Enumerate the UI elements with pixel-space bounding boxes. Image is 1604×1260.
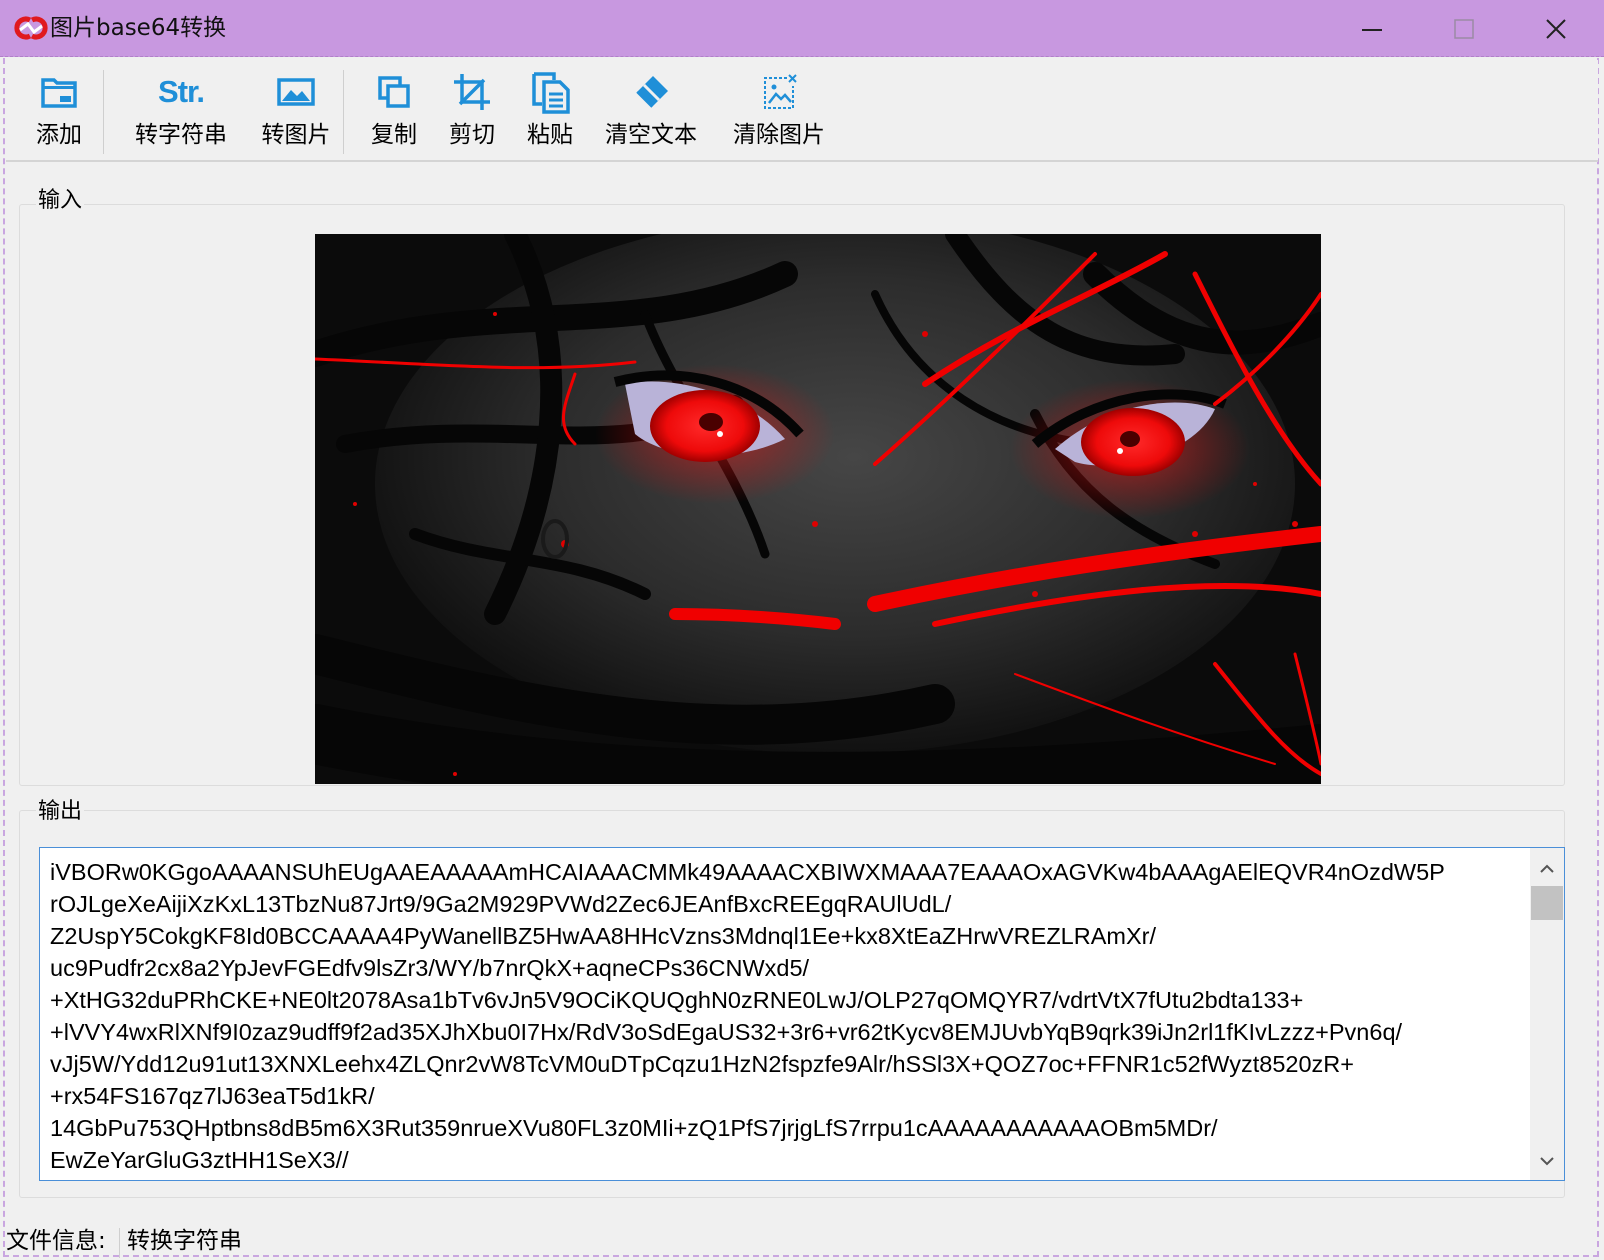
output-line: +XtHG32duPRhCKE+NE0lt2078Asa1bTv6vJn5V9O… — [50, 987, 1304, 1013]
input-group-title: 输入 — [36, 186, 85, 216]
maximize-icon — [1454, 18, 1474, 39]
scroll-down-button[interactable] — [1530, 1146, 1564, 1176]
status-separator — [119, 1228, 120, 1258]
output-group-title: 输出 — [36, 797, 85, 827]
chevron-down-icon — [1540, 1157, 1554, 1166]
chevron-up-icon — [1540, 864, 1554, 873]
window-title: 图片base64转换 — [50, 15, 227, 41]
add-button[interactable]: 添加 — [24, 60, 94, 160]
toolbar-separator — [103, 70, 104, 154]
to-string-button[interactable]: Str. 转字符串 — [116, 60, 246, 160]
paste-button[interactable]: 粘贴 — [512, 60, 588, 160]
clear-image-icon — [764, 74, 797, 109]
clear-image-label: 清除图片 — [733, 122, 825, 148]
crop-icon — [454, 74, 490, 110]
output-line: +lVVY4wxRlXNf9I0zaz9udff9f2ad35XJhXbu0I7… — [50, 1019, 1403, 1045]
file-info-label: 文件信息: — [6, 1228, 106, 1254]
clear-text-button[interactable]: 清空文本 — [591, 60, 711, 160]
status-bar: 文件信息: 转换字符串 — [0, 1222, 1604, 1260]
output-line: +rx54FS167qz7lJ63eaT5d1kR/ — [50, 1083, 375, 1109]
output-line: rOJLgeXeAijiXzKxL13TbzNu87Jrt9/9Ga2M929P… — [50, 891, 952, 917]
maximize-button[interactable] — [1418, 0, 1510, 57]
output-line: iVBORw0KGgoAAAANSUhEUgAAEAAAAAmHCAIAAACM… — [50, 859, 1445, 885]
title-bar: 图片base64转换 — [0, 0, 1604, 57]
output-textarea[interactable]: iVBORw0KGgoAAAANSUhEUgAAEAAAAAmHCAIAAACM… — [39, 847, 1565, 1181]
close-icon — [1546, 18, 1566, 39]
cut-label: 剪切 — [449, 122, 495, 148]
image-preview — [315, 234, 1321, 784]
output-line: Z2UspY5CokgKF8Id0BCCAAAA4PyWanellBZ5HwAA… — [50, 923, 1156, 949]
anime-eyes-image — [315, 234, 1321, 784]
image-icon — [277, 78, 315, 106]
close-button[interactable] — [1510, 0, 1602, 57]
output-line: vJj5W/Ydd12u91ut13XNXLeehx4ZLQnr2vW8TcVM… — [50, 1051, 1354, 1077]
toolbar-separator — [343, 70, 344, 154]
minimize-icon — [1362, 28, 1382, 31]
copy-icon — [378, 76, 410, 108]
output-line: EwZeYarGluG3ztHH1SeX3// — [50, 1147, 349, 1173]
to-image-button[interactable]: 转图片 — [246, 60, 346, 160]
paste-label: 粘贴 — [527, 122, 573, 148]
clear-text-label: 清空文本 — [605, 122, 697, 148]
toolbar: 添加 Str. 转字符串 转图片 复制 剪切 粘贴 清空文本 清除图片 — [6, 60, 1598, 162]
folder-icon — [41, 78, 77, 108]
app-logo-icon — [14, 16, 48, 40]
scroll-up-button[interactable] — [1530, 854, 1564, 884]
vertical-scrollbar[interactable] — [1530, 848, 1564, 1180]
scroll-thumb[interactable] — [1531, 886, 1563, 920]
cut-button[interactable]: 剪切 — [434, 60, 510, 160]
status-value: 转换字符串 — [127, 1228, 242, 1254]
copy-button[interactable]: 复制 — [356, 60, 432, 160]
copy-label: 复制 — [371, 122, 417, 148]
minimize-button[interactable] — [1326, 0, 1418, 57]
eraser-icon — [636, 76, 668, 108]
string-icon: Str. — [158, 74, 205, 109]
paste-icon — [532, 72, 570, 114]
add-label: 添加 — [36, 122, 82, 148]
clear-image-button[interactable]: 清除图片 — [714, 60, 844, 160]
output-text: iVBORw0KGgoAAAANSUhEUgAAEAAAAAmHCAIAAACM… — [50, 856, 1530, 1176]
to-image-label: 转图片 — [261, 122, 331, 148]
to-string-label: 转字符串 — [135, 122, 227, 148]
output-line: uc9Pudfr2cx8a2YpJevFGEdfv9lsZr3/WY/b7nrQ… — [50, 955, 810, 981]
output-line: 14GbPu753QHptbns8dB5m6X3Rut359nrueXVu80F… — [50, 1115, 1218, 1141]
